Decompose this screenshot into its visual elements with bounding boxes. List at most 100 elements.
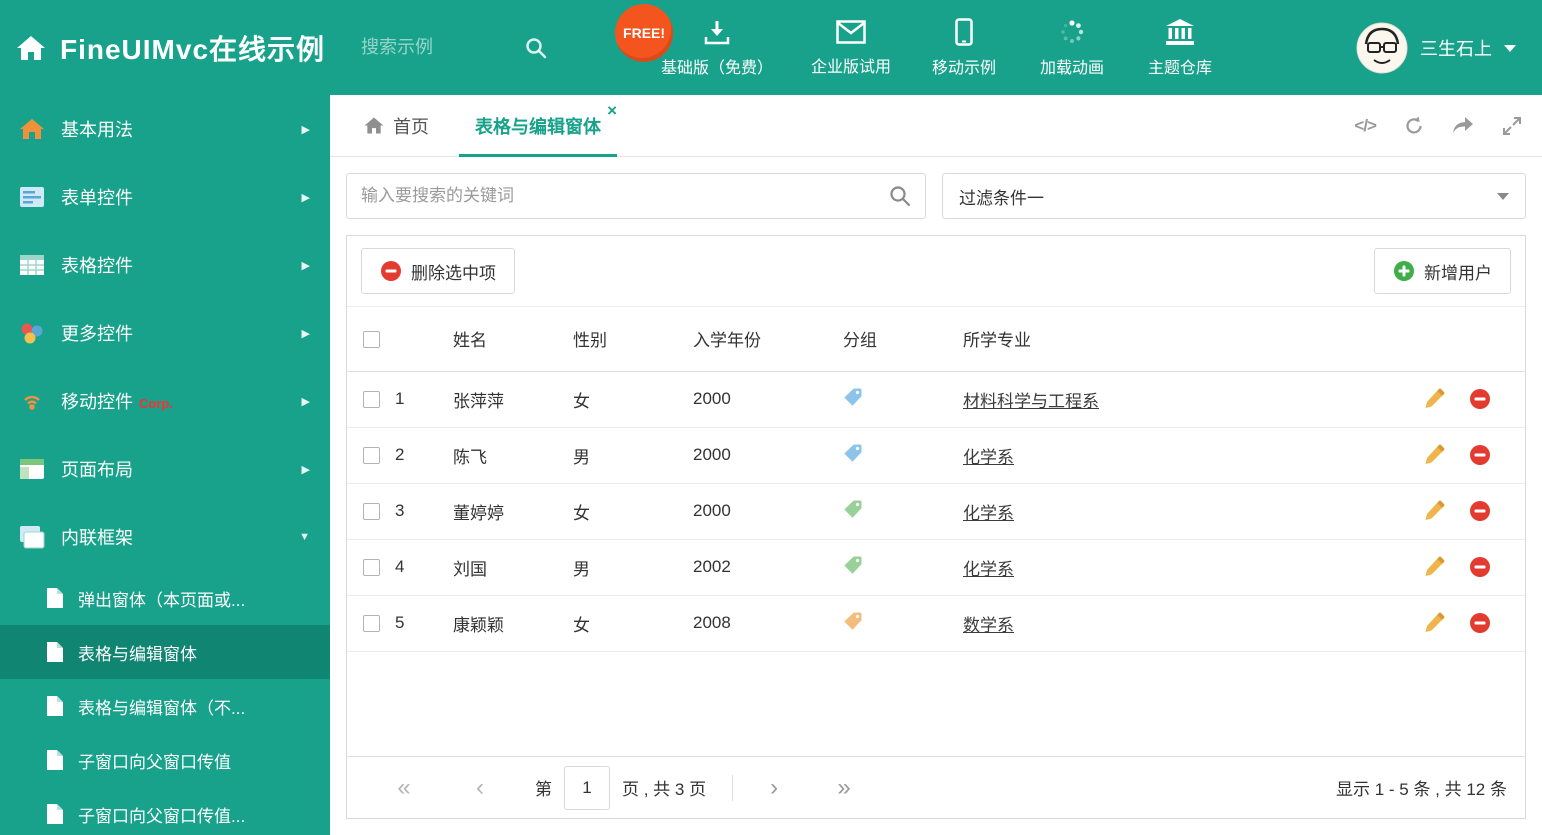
- chevron-right-icon: ▶: [301, 123, 310, 136]
- sidebar-item-grid-controls[interactable]: 表格控件 ▶: [0, 231, 330, 299]
- data-grid: 姓名 性别 入学年份 分组 所学专业 1 张萍萍 女 2000 材料科学与工程系…: [347, 307, 1525, 652]
- delete-row-icon[interactable]: [1469, 612, 1491, 634]
- keyword-search-input[interactable]: [361, 186, 889, 206]
- sidebar-subitem-grid-edit-window[interactable]: 表格与编辑窗体: [0, 625, 330, 679]
- delete-row-icon[interactable]: [1469, 444, 1491, 466]
- row-year: 2000: [693, 371, 843, 428]
- sidebar-subitem-child-to-parent[interactable]: 子窗口向父窗口传值: [0, 733, 330, 787]
- chevron-down-icon: ▼: [299, 531, 310, 543]
- home-icon: [17, 35, 45, 60]
- sidebar-item-form-controls[interactable]: 表单控件 ▶: [0, 163, 330, 231]
- add-user-button[interactable]: 新增用户: [1374, 248, 1511, 294]
- nav-item-enterprise-trial[interactable]: 企业版试用: [811, 19, 891, 77]
- major-link[interactable]: 化学系: [963, 448, 1014, 467]
- page-number-input[interactable]: [564, 765, 610, 810]
- file-icon: [47, 750, 63, 770]
- column-header-group[interactable]: 分组: [843, 307, 963, 372]
- nav-item-basic-free[interactable]: FREE! 基础版（免费）: [615, 3, 773, 78]
- share-icon[interactable]: [1452, 116, 1474, 136]
- sidebar-item-more-controls[interactable]: 更多控件 ▶: [0, 299, 330, 367]
- edit-icon[interactable]: [1423, 556, 1445, 578]
- column-header-gender[interactable]: 性别: [573, 307, 693, 372]
- keyword-search-box: [346, 173, 926, 219]
- edit-icon[interactable]: [1423, 500, 1445, 522]
- sidebar-subitem-label: 弹出窗体（本页面或...: [78, 590, 246, 610]
- bank-icon: [1166, 18, 1195, 45]
- major-link[interactable]: 化学系: [963, 504, 1014, 523]
- edit-icon[interactable]: [1423, 388, 1445, 410]
- chevron-down-icon: [1497, 192, 1509, 200]
- column-header-year[interactable]: 入学年份: [693, 307, 843, 372]
- edit-icon[interactable]: [1423, 444, 1445, 466]
- major-link[interactable]: 数学系: [963, 616, 1014, 635]
- sidebar-item-label: 表格控件: [61, 256, 133, 276]
- first-page-icon[interactable]: «: [389, 775, 419, 800]
- page-label-prefix: 第: [535, 780, 552, 799]
- row-checkbox[interactable]: [363, 447, 380, 465]
- record-summary: 显示 1 - 5 条 , 共 12 条: [1336, 780, 1507, 799]
- table-row: 3 董婷婷 女 2000 化学系: [347, 483, 1525, 540]
- header-search-input[interactable]: [361, 37, 512, 58]
- row-gender: 男: [573, 539, 693, 596]
- chevron-right-icon: ▶: [301, 259, 310, 272]
- table-row: 5 康颖颖 女 2008 数学系: [347, 595, 1525, 652]
- page-content: 过滤条件一 删除选中项 新增用户: [330, 157, 1542, 835]
- row-checkbox[interactable]: [363, 503, 380, 521]
- fullscreen-icon[interactable]: [1502, 116, 1522, 136]
- table-icon: [20, 255, 44, 275]
- column-header-major[interactable]: 所学专业: [963, 307, 1395, 372]
- sidebar-item-inline-frame[interactable]: 内联框架 ▼: [0, 503, 330, 571]
- search-icon[interactable]: [889, 185, 911, 207]
- sidebar-item-mobile-controls[interactable]: 移动控件 Corp. ▶: [0, 367, 330, 435]
- major-link[interactable]: 化学系: [963, 560, 1014, 579]
- next-page-icon[interactable]: ›: [759, 775, 789, 800]
- sidebar-subitem-popup-window[interactable]: 弹出窗体（本页面或...: [0, 571, 330, 625]
- tab-grid-edit-window[interactable]: 表格与编辑窗体 ×: [459, 95, 617, 157]
- column-header-name[interactable]: 姓名: [453, 307, 573, 372]
- frame-icon: [20, 526, 45, 549]
- beacon-icon: [24, 395, 40, 410]
- refresh-icon[interactable]: [1404, 116, 1424, 136]
- major-link[interactable]: 材料科学与工程系: [963, 392, 1099, 411]
- edit-icon[interactable]: [1423, 612, 1445, 634]
- user-menu[interactable]: 三生石上: [1356, 22, 1516, 74]
- nav-item-loading-animation[interactable]: 加载动画: [1037, 18, 1107, 78]
- chevron-right-icon: ▶: [301, 395, 310, 408]
- delete-row-icon[interactable]: [1469, 388, 1491, 410]
- delete-row-icon[interactable]: [1469, 556, 1491, 578]
- row-year: 2000: [693, 483, 843, 540]
- sidebar-item-label: 移动控件 Corp.: [61, 392, 173, 412]
- search-icon[interactable]: [525, 37, 547, 59]
- sidebar-subitem-child-to-parent-2[interactable]: 子窗口向父窗口传值...: [0, 787, 330, 835]
- row-checkbox[interactable]: [363, 615, 380, 633]
- page-label-suffix: 页 , 共 3 页: [622, 780, 707, 799]
- delete-row-icon[interactable]: [1469, 500, 1491, 522]
- tag-icon: [843, 611, 863, 631]
- tab-home[interactable]: 首页: [348, 95, 445, 156]
- chevron-right-icon: ▶: [301, 463, 310, 476]
- last-page-icon[interactable]: »: [829, 775, 859, 800]
- prev-page-icon[interactable]: ‹: [465, 775, 495, 800]
- row-index: 3: [395, 483, 453, 540]
- source-code-icon[interactable]: </>: [1354, 116, 1377, 136]
- tab-bar: 首页 表格与编辑窗体 × </>: [330, 95, 1542, 157]
- close-icon[interactable]: ×: [607, 102, 617, 119]
- row-checkbox[interactable]: [363, 559, 380, 577]
- nav-item-theme-repo[interactable]: 主题仓库: [1145, 18, 1215, 78]
- nav-label: 企业版试用: [811, 58, 892, 76]
- row-checkbox[interactable]: [363, 391, 380, 409]
- filter-dropdown-value: 过滤条件一: [959, 188, 1044, 208]
- nav-item-mobile-demo[interactable]: 移动示例: [929, 17, 999, 78]
- sidebar-subitem-grid-edit-window-2[interactable]: 表格与编辑窗体（不...: [0, 679, 330, 733]
- sidebar-item-page-layout[interactable]: 页面布局 ▶: [0, 435, 330, 503]
- row-index: 2: [395, 427, 453, 484]
- sidebar-item-label: 页面布局: [61, 460, 133, 480]
- sidebar-subitem-label: 表格与编辑窗体: [78, 644, 197, 664]
- delete-selected-button[interactable]: 删除选中项: [361, 248, 515, 294]
- select-all-checkbox[interactable]: [363, 330, 380, 348]
- sidebar-item-basic-usage[interactable]: 基本用法 ▶: [0, 95, 330, 163]
- file-icon: [47, 588, 63, 608]
- app-logo[interactable]: FineUIMvc在线示例: [0, 28, 325, 68]
- filter-dropdown[interactable]: 过滤条件一: [942, 173, 1526, 219]
- sidebar: 基本用法 ▶ 表单控件 ▶ 表格控件 ▶ 更多控件 ▶ 移动控件 Corp. ▶ …: [0, 95, 330, 835]
